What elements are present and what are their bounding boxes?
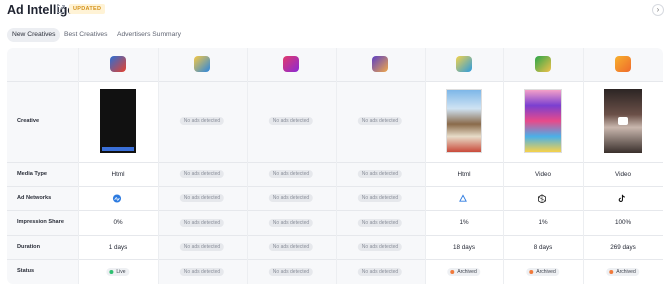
row-label-impression-share: Impression Share [17,219,64,225]
status-badge: Live [106,268,130,276]
app-icon-5[interactable] [456,56,472,72]
row-divider [7,186,663,187]
creative-thumbnail-5[interactable] [446,89,482,153]
updated-badge: UPDATED [69,4,106,14]
row-label-duration: Duration [17,244,40,250]
duration-value: 269 days [610,244,636,251]
no-ads-badge: No ads detected [268,194,314,202]
no-ads-badge: No ads detected [357,170,403,178]
row-divider [7,162,663,163]
app-icon-4[interactable] [372,56,388,72]
app-icon-7[interactable] [615,56,631,72]
row-divider [7,235,663,236]
app-icon-2[interactable] [194,56,210,72]
col-divider [158,48,159,284]
status-archived-dot [450,270,455,274]
status-live-dot [109,270,114,274]
col-divider [425,48,426,284]
no-ads-badge: No ads detected [179,243,225,251]
column-bg-2 [158,81,247,284]
tab-advertisers-summary[interactable]: Advertisers Summary [112,28,186,42]
row-label-media-type: Media Type [17,171,48,177]
creative-thumbnail-7[interactable] [604,89,642,153]
impression-share-value: 1% [538,219,548,226]
row-divider [7,259,663,260]
no-ads-badge: No ads detected [179,117,225,125]
app-icon-1[interactable] [110,56,126,72]
tab-best-creatives[interactable]: Best Creatives [59,28,113,42]
no-ads-badge: No ads detected [268,219,314,227]
col-divider [583,48,584,284]
status-badge: Archived [606,268,640,276]
media-type-value: Video [615,171,631,178]
status-text: Live [116,269,126,275]
applovin-network-icon [459,194,467,202]
row-label-status: Status [17,268,35,274]
row-label-creative: Creative [17,118,40,124]
no-ads-badge: No ads detected [357,219,403,227]
media-type-value: Html [457,171,471,178]
duration-value: 1 days [108,244,128,251]
no-ads-badge: No ads detected [179,268,225,276]
no-ads-badge: No ads detected [357,243,403,251]
col-divider [78,48,79,284]
status-badge: Archived [447,268,481,276]
no-ads-badge: No ads detected [268,117,314,125]
duration-value: 8 days [533,244,553,251]
col-divider [336,48,337,284]
header: Ad Intelligence UPDATED › [0,0,670,20]
no-ads-badge: No ads detected [268,243,314,251]
creative-thumbnail-6[interactable] [524,89,562,153]
impression-share-value: 0% [113,219,123,226]
media-type-value: Html [111,171,125,178]
row-divider [7,81,663,82]
impression-share-value: 1% [459,219,469,226]
row-label-ad-networks: Ad Networks [17,195,52,201]
col-divider [503,48,504,284]
no-ads-badge: No ads detected [179,219,225,227]
chevron-right-button[interactable]: › [652,4,664,16]
status-text: Archived [616,269,636,275]
app-icon-6[interactable] [535,56,551,72]
status-badge: Archived [526,268,560,276]
status-text: Archived [536,269,556,275]
status-archived-dot [609,270,614,274]
no-ads-badge: No ads detected [357,194,403,202]
status-text: Archived [457,269,477,275]
no-ads-badge: No ads detected [268,170,314,178]
no-ads-badge: No ads detected [179,170,225,178]
external-link-icon[interactable] [56,4,66,14]
app-icon-3[interactable] [283,56,299,72]
row-divider [7,210,663,211]
no-ads-badge: No ads detected [357,268,403,276]
creative-thumbnail-1[interactable] [100,89,136,153]
meta-network-icon [112,194,122,203]
unity-network-icon [537,194,547,203]
no-ads-badge: No ads detected [357,117,403,125]
col-divider [247,48,248,284]
media-type-value: Video [535,171,551,178]
tiktok-network-icon [618,194,626,202]
impression-share-value: 100% [614,219,632,226]
column-bg-3 [247,81,336,284]
tab-new-creatives[interactable]: New Creatives [7,28,61,42]
duration-value: 18 days [452,244,476,251]
no-ads-badge: No ads detected [179,194,225,202]
status-archived-dot [529,270,534,274]
no-ads-badge: No ads detected [268,268,314,276]
